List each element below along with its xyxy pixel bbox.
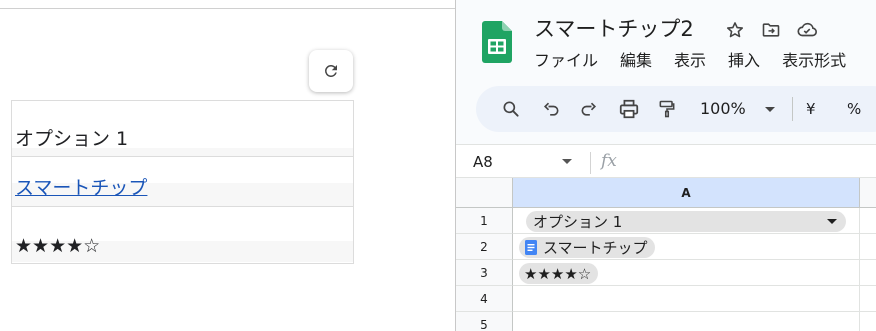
cell-a4[interactable] xyxy=(513,286,860,312)
rating-chip[interactable]: ★★★★☆ xyxy=(519,263,599,284)
cloud-saved-icon[interactable] xyxy=(796,19,818,41)
column-header-a[interactable]: A xyxy=(513,178,860,208)
undo-icon[interactable] xyxy=(538,96,564,122)
chevron-down-icon xyxy=(827,219,837,224)
redo-icon[interactable] xyxy=(576,96,602,122)
cell-b4[interactable] xyxy=(860,286,876,312)
star-icon[interactable] xyxy=(724,19,746,41)
preview-pane: オプション 1 スマートチップ ★★★★☆ xyxy=(0,0,455,331)
preview-row: オプション 1 xyxy=(12,101,353,157)
document-title[interactable]: スマートチップ2 xyxy=(534,15,694,43)
search-icon[interactable] xyxy=(498,96,524,122)
preview-table: オプション 1 スマートチップ ★★★★☆ xyxy=(11,100,354,264)
divider xyxy=(0,8,455,9)
rating-stars: ★★★★☆ xyxy=(524,264,592,283)
dropdown-chip-label: オプション 1 xyxy=(533,213,623,231)
preview-row: スマートチップ xyxy=(12,157,353,207)
cell-a3[interactable]: ★★★★☆ xyxy=(513,260,860,286)
percent-format-button[interactable]: % xyxy=(847,97,861,121)
cell-b1[interactable] xyxy=(860,208,876,234)
spreadsheet-grid: A 1 オプション 1 2 スマートチップ 3 ★★★★☆ 4 5 xyxy=(456,178,876,331)
toolbar-divider xyxy=(792,97,793,121)
fx-icon: fx xyxy=(601,151,617,171)
formula-divider xyxy=(590,152,591,174)
sheets-logo-icon[interactable] xyxy=(482,21,512,63)
smart-chip[interactable]: スマートチップ xyxy=(519,237,655,258)
toolbar: 100% ¥ % xyxy=(476,86,876,132)
cell-b3[interactable] xyxy=(860,260,876,286)
row-header[interactable]: 1 xyxy=(456,208,513,234)
preview-row: ★★★★☆ xyxy=(12,207,353,263)
name-box[interactable]: A8 xyxy=(473,150,493,174)
select-all-corner[interactable] xyxy=(456,178,513,208)
chevron-down-icon[interactable] xyxy=(560,153,574,173)
menu-view[interactable]: 表示 xyxy=(672,49,708,73)
cell-b2[interactable] xyxy=(860,234,876,260)
cell-a2[interactable]: スマートチップ xyxy=(513,234,860,260)
smart-chip-label: スマートチップ xyxy=(543,239,648,257)
zoom-select[interactable]: 100% xyxy=(700,97,746,121)
preview-smart-chip-link[interactable]: スマートチップ xyxy=(15,177,147,199)
formula-bar: A8 fx xyxy=(456,144,876,178)
menu-insert[interactable]: 挿入 xyxy=(726,49,762,73)
column-header-b[interactable] xyxy=(860,178,876,208)
row-header[interactable]: 2 xyxy=(456,234,513,260)
print-icon[interactable] xyxy=(616,96,642,122)
sheets-window: スマートチップ2 ファイル 編集 表示 挿入 表示形式 100% ¥ % A8 … xyxy=(455,0,876,331)
chevron-down-icon[interactable] xyxy=(762,98,778,124)
cell-a5[interactable] xyxy=(513,312,860,331)
menu-file[interactable]: ファイル xyxy=(532,49,600,73)
row-header[interactable]: 4 xyxy=(456,286,513,312)
title-actions xyxy=(724,19,818,41)
cell-a1[interactable]: オプション 1 xyxy=(513,208,860,234)
row-header[interactable]: 3 xyxy=(456,260,513,286)
move-to-folder-icon[interactable] xyxy=(760,19,782,41)
preview-option-text: オプション 1 xyxy=(15,128,129,150)
refresh-icon xyxy=(325,65,337,77)
currency-format-button[interactable]: ¥ xyxy=(806,97,816,121)
paint-format-icon[interactable] xyxy=(654,96,680,122)
cell-b5[interactable] xyxy=(860,312,876,331)
menu-edit[interactable]: 編集 xyxy=(618,49,654,73)
menu-format[interactable]: 表示形式 xyxy=(780,49,848,73)
menu-bar: ファイル 編集 表示 挿入 表示形式 xyxy=(532,49,848,73)
dropdown-chip[interactable]: オプション 1 xyxy=(526,211,846,232)
row-header[interactable]: 5 xyxy=(456,312,513,331)
google-docs-icon xyxy=(525,240,537,255)
preview-rating-text: ★★★★☆ xyxy=(15,235,101,257)
refresh-button[interactable] xyxy=(309,50,353,92)
